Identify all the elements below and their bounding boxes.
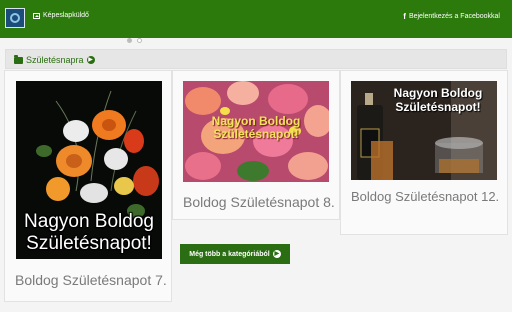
facebook-icon: f <box>403 12 406 21</box>
arrow-circle-right-icon: ▶ <box>86 56 95 64</box>
arrow-circle-right-icon: ▶ <box>272 250 281 258</box>
category-link[interactable]: Születésnapra ▶ <box>14 54 95 65</box>
carousel-dot-active[interactable] <box>127 38 132 43</box>
more-from-category-button[interactable]: Még több a kategóriából ▶ <box>180 244 290 264</box>
carousel-dot[interactable] <box>137 38 142 43</box>
postcard-overlay-text: Nagyon Boldog Születésnapot! <box>393 86 483 114</box>
facebook-login-label: Bejelentkezés a Facebookkal <box>408 13 500 20</box>
facebook-login-link[interactable]: f Bejelentkezés a Facebookkal <box>403 12 500 21</box>
postcard-card[interactable]: Nagyon Boldog Születésnapot! Boldog Szül… <box>340 70 508 235</box>
postcard-overlay-text: Nagyon Boldog Születésnapot! <box>24 211 154 254</box>
category-header: Születésnapra ▶ <box>5 49 507 69</box>
nav-gallery-label: Képeslapküldő <box>43 12 89 19</box>
folder-icon <box>14 54 23 64</box>
more-button-label: Még több a kategóriából <box>189 250 270 258</box>
postcard-image[interactable]: Nagyon Boldog Születésnapot! <box>16 81 162 259</box>
logo-ring <box>10 13 20 23</box>
postcard-title[interactable]: Boldog Születésnapot 8. <box>183 194 335 210</box>
postcard-overlay-text: Nagyon Boldog Születésnapot! <box>211 114 301 141</box>
app-logo[interactable] <box>5 8 25 28</box>
image-icon <box>33 12 40 19</box>
postcard-card[interactable]: Nagyon Boldog Születésnapot! Boldog Szül… <box>4 70 172 302</box>
top-navbar: Képeslapküldő f Bejelentkezés a Facebook… <box>0 0 512 38</box>
postcard-title[interactable]: Boldog Születésnapot 7. <box>15 272 167 288</box>
postcard-image[interactable]: Nagyon Boldog Születésnapot! <box>183 81 329 182</box>
category-title: Születésnapra <box>26 55 84 65</box>
postcard-card[interactable]: Nagyon Boldog Születésnapot! Boldog Szül… <box>172 70 340 220</box>
postcard-title[interactable]: Boldog Születésnapot 12. <box>351 189 501 205</box>
postcard-image[interactable]: Nagyon Boldog Születésnapot! <box>351 81 497 180</box>
carousel-indicators <box>127 38 142 43</box>
nav-gallery-link[interactable]: Képeslapküldő <box>33 12 89 19</box>
